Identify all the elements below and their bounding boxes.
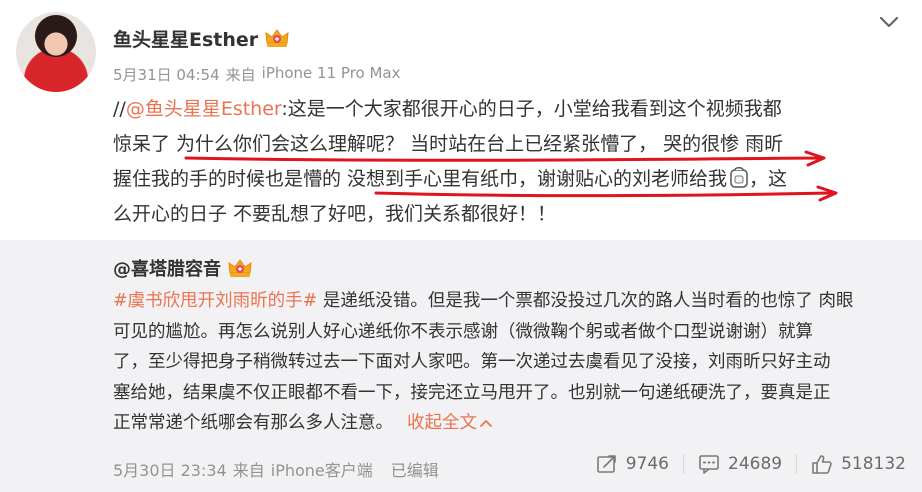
author-row: 鱼头星星Esther — [113, 24, 290, 52]
collapse-full-text-link[interactable]: 收起全文 — [407, 413, 493, 433]
repost-author-row: @喜塔腊容音 — [113, 256, 253, 280]
edited-label[interactable]: 已编辑 — [391, 457, 439, 481]
repost-time[interactable]: 5月30日 23:34 — [113, 457, 227, 481]
repost-author-name[interactable]: @喜塔腊容音 — [113, 255, 221, 281]
repost-line-3: 了，至少得把身子稍微转过去一下面对人家吧。第一次递过去虞看见了没接，刘雨昕只好主… — [113, 352, 831, 372]
repost-line-2: 可见的尴尬。再怎么说别人好心递纸你不表示感谢（微微鞠个躬或者做个口型说谢谢）就算 — [113, 321, 813, 342]
reposted-weibo: @喜塔腊容音 #虞书欣甩开刘雨昕的手# 是递纸没错。但是我一个票都没投过几次的路… — [0, 240, 922, 492]
like-count: 518132 — [841, 454, 906, 474]
author-name[interactable]: 鱼头星星Esther — [113, 25, 258, 52]
avatar[interactable] — [16, 12, 96, 92]
comment-icon — [699, 455, 719, 474]
tissue-icon — [729, 166, 749, 188]
post-time[interactable]: 5月31日 04:54 — [113, 64, 220, 85]
post-text: //@鱼头星星Esther:这是一个大家都很开心的日子，小堂给我看到这个视频我都… — [113, 92, 903, 232]
chevron-down-icon[interactable] — [878, 14, 900, 30]
post-meta: 5月31日 04:54 来自 iPhone 11 Pro Max — [113, 64, 401, 85]
repost-count: 9746 — [625, 454, 669, 474]
repost-meta: 5月30日 23:34 来自 iPhone客户端 已编辑 — [113, 457, 439, 481]
action-bar: 9746 24689 518132 — [596, 453, 906, 475]
crown-vip-icon[interactable] — [264, 27, 290, 49]
hashtag-link[interactable]: #虞书欣甩开刘雨昕的手# — [113, 291, 317, 311]
divider — [683, 454, 684, 474]
post-line-3: 握住我的手的时候也是懵的 没想到手心里有纸巾，谢谢贴心的刘老师给我 ，这 — [113, 166, 788, 190]
like-icon — [812, 455, 832, 474]
repost-source: iPhone客户端 — [270, 461, 373, 480]
repost-line-4: 塞给她，结果虞不仅正眼都不看一下，接完还立马甩开了。也别就一句递纸硬洗了，要真是… — [113, 382, 831, 403]
mention-link[interactable]: @鱼头星星Esther — [126, 98, 282, 120]
comment-count: 24689 — [728, 454, 783, 474]
post-line-2: 惊呆了 为什么你们会这么理解呢？ 当时站在台上已经紧张懵了， 哭的很惨 雨昕 — [113, 133, 784, 155]
like-button[interactable]: 518132 — [811, 453, 906, 475]
repost-line-1: #虞书欣甩开刘雨昕的手# 是递纸没错。但是我一个票都没投过几次的路人当时看的也惊… — [113, 291, 854, 311]
repost-line-5: 正常常递个纸哪会有那么多人注意。 收起全文 — [113, 408, 903, 439]
post-source-prefix: 来自 — [225, 66, 256, 84]
comment-button[interactable]: 24689 — [698, 453, 782, 475]
post-line-4: 么开心的日子 不要乱想了好吧，我们关系都很好！！ — [113, 203, 557, 225]
weibo-post: 鱼头星星Esther 5月31日 04:54 来自 iPhone 11 Pro … — [0, 0, 922, 240]
repost-button[interactable]: 9746 — [596, 453, 669, 475]
repost-source-prefix: 来自 — [232, 461, 265, 480]
post-line-1: //@鱼头星星Esther:这是一个大家都很开心的日子，小堂给我看到这个视频我都 — [113, 98, 782, 120]
repost-icon — [596, 455, 616, 473]
repost-text: #虞书欣甩开刘雨昕的手# 是递纸没错。但是我一个票都没投过几次的路人当时看的也惊… — [113, 286, 903, 439]
divider — [796, 454, 798, 474]
crown-vip-icon[interactable] — [227, 257, 253, 279]
post-source: iPhone 11 Pro Max — [261, 64, 401, 82]
chevron-up-icon — [480, 420, 492, 427]
